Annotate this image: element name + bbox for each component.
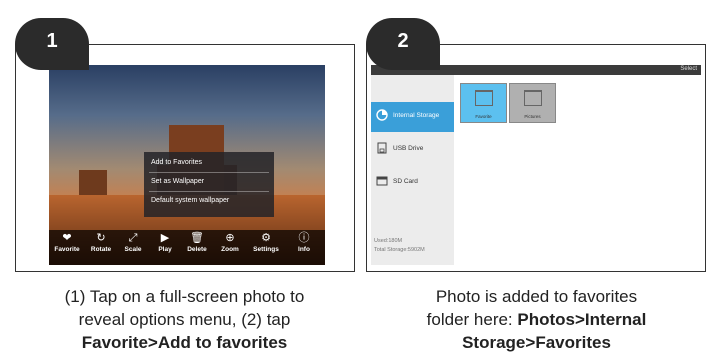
- settings-label: Settings: [253, 246, 279, 253]
- zoom-icon: ⊕: [225, 232, 235, 244]
- total-storage-text: Total Storage:5902M: [374, 247, 425, 253]
- folder-pictures[interactable]: Pictures: [509, 83, 556, 123]
- menu-item-default-wallpaper[interactable]: Default system wallpaper: [151, 197, 229, 204]
- rotate-button[interactable]: ↻ Rotate: [86, 232, 116, 253]
- sidebar-item-usb-drive[interactable]: USB Drive: [371, 135, 454, 165]
- info-icon: ⓘ: [298, 232, 310, 244]
- step-2-caption: Photo is added to favorites folder here:…: [364, 285, 709, 354]
- folder-icon: [475, 90, 493, 106]
- scale-icon: ⤢: [128, 232, 138, 244]
- caption-line: reveal options menu, (2) tap: [78, 310, 291, 329]
- options-menu: Add to Favorites Set as Wallpaper Defaul…: [144, 152, 274, 217]
- step-number: 2: [397, 30, 409, 52]
- caption-highlight: Photos>Internal: [517, 310, 647, 329]
- rotate-icon: ↻: [96, 232, 106, 244]
- step-2-panel: Photos Select Internal Storage USB: [366, 18, 706, 272]
- used-storage-text: Used:180M: [374, 238, 403, 244]
- favorite-button[interactable]: ❤ Favorite: [52, 232, 82, 253]
- device-frame: Photos Select Internal Storage USB: [366, 44, 706, 272]
- favorite-label: Favorite: [54, 246, 80, 253]
- info-label: Info: [298, 246, 310, 253]
- menu-item-set-as-wallpaper[interactable]: Set as Wallpaper: [151, 178, 204, 185]
- menu-divider: [149, 172, 269, 173]
- storage-icon: [376, 109, 388, 121]
- step-1-panel: Add to Favorites Set as Wallpaper Defaul…: [15, 18, 355, 272]
- gear-icon: ⚙: [261, 232, 271, 244]
- settings-button[interactable]: ⚙ Settings: [251, 232, 281, 253]
- device-frame: Add to Favorites Set as Wallpaper Defaul…: [15, 44, 355, 272]
- caption-highlight: Favorite>Add to favorites: [81, 333, 288, 352]
- scale-button[interactable]: ⤢ Scale: [118, 232, 148, 253]
- trash-icon: 🗑: [190, 232, 204, 244]
- folder-favorite[interactable]: Favorite: [460, 83, 507, 123]
- info-button[interactable]: ⓘ Info: [289, 232, 319, 253]
- sd-card-icon: [376, 176, 388, 186]
- play-icon: ▶: [160, 232, 170, 244]
- caption-line: (1) Tap on a full-screen photo to: [64, 287, 305, 306]
- folder-icon: [524, 90, 542, 106]
- heart-icon: ❤: [62, 232, 72, 244]
- caption-line: folder here: Photos>Internal: [364, 308, 709, 331]
- usb-icon: [377, 142, 387, 154]
- sidebar-item-sd-card[interactable]: SD Card: [371, 168, 454, 198]
- sidebar-item-label: SD Card: [393, 178, 418, 185]
- step-1-caption: (1) Tap on a full-screen photo to reveal…: [12, 285, 357, 354]
- menu-item-add-to-favorites[interactable]: Add to Favorites: [151, 159, 202, 166]
- caption-line: Photo is added to favorites: [435, 287, 638, 306]
- zoom-button[interactable]: ⊕ Zoom: [215, 232, 245, 253]
- menu-divider: [149, 191, 269, 192]
- sidebar-item-label: USB Drive: [393, 145, 424, 152]
- delete-button[interactable]: 🗑 Delete: [182, 232, 212, 253]
- caption-highlight: Storage>Favorites: [462, 333, 611, 352]
- zoom-label: Zoom: [221, 246, 239, 253]
- step-number: 1: [46, 30, 58, 52]
- full-screen-photo[interactable]: Add to Favorites Set as Wallpaper Defaul…: [49, 65, 325, 265]
- photos-app-screen: Photos Select Internal Storage USB: [371, 65, 701, 265]
- step-number-badge: 1: [15, 18, 89, 70]
- sidebar-item-label: Internal Storage: [393, 112, 440, 119]
- photo-toolbar: ❤ Favorite ↻ Rotate ⤢ Scale ▶ Play 🗑 Del…: [49, 230, 325, 265]
- scale-label: Scale: [124, 246, 142, 253]
- step-number-badge: 2: [366, 18, 440, 70]
- play-button[interactable]: ▶ Play: [150, 232, 180, 253]
- sidebar-item-internal-storage[interactable]: Internal Storage: [371, 102, 454, 132]
- play-label: Play: [158, 246, 172, 253]
- rotate-label: Rotate: [90, 246, 112, 253]
- storage-sidebar: Internal Storage USB Drive SD Card Used:…: [371, 75, 454, 265]
- caption-text: folder here:: [426, 310, 518, 329]
- folder-label: Favorite: [475, 114, 492, 119]
- folder-label: Pictures: [524, 114, 541, 119]
- select-button[interactable]: Select: [680, 66, 697, 72]
- delete-label: Delete: [187, 246, 207, 253]
